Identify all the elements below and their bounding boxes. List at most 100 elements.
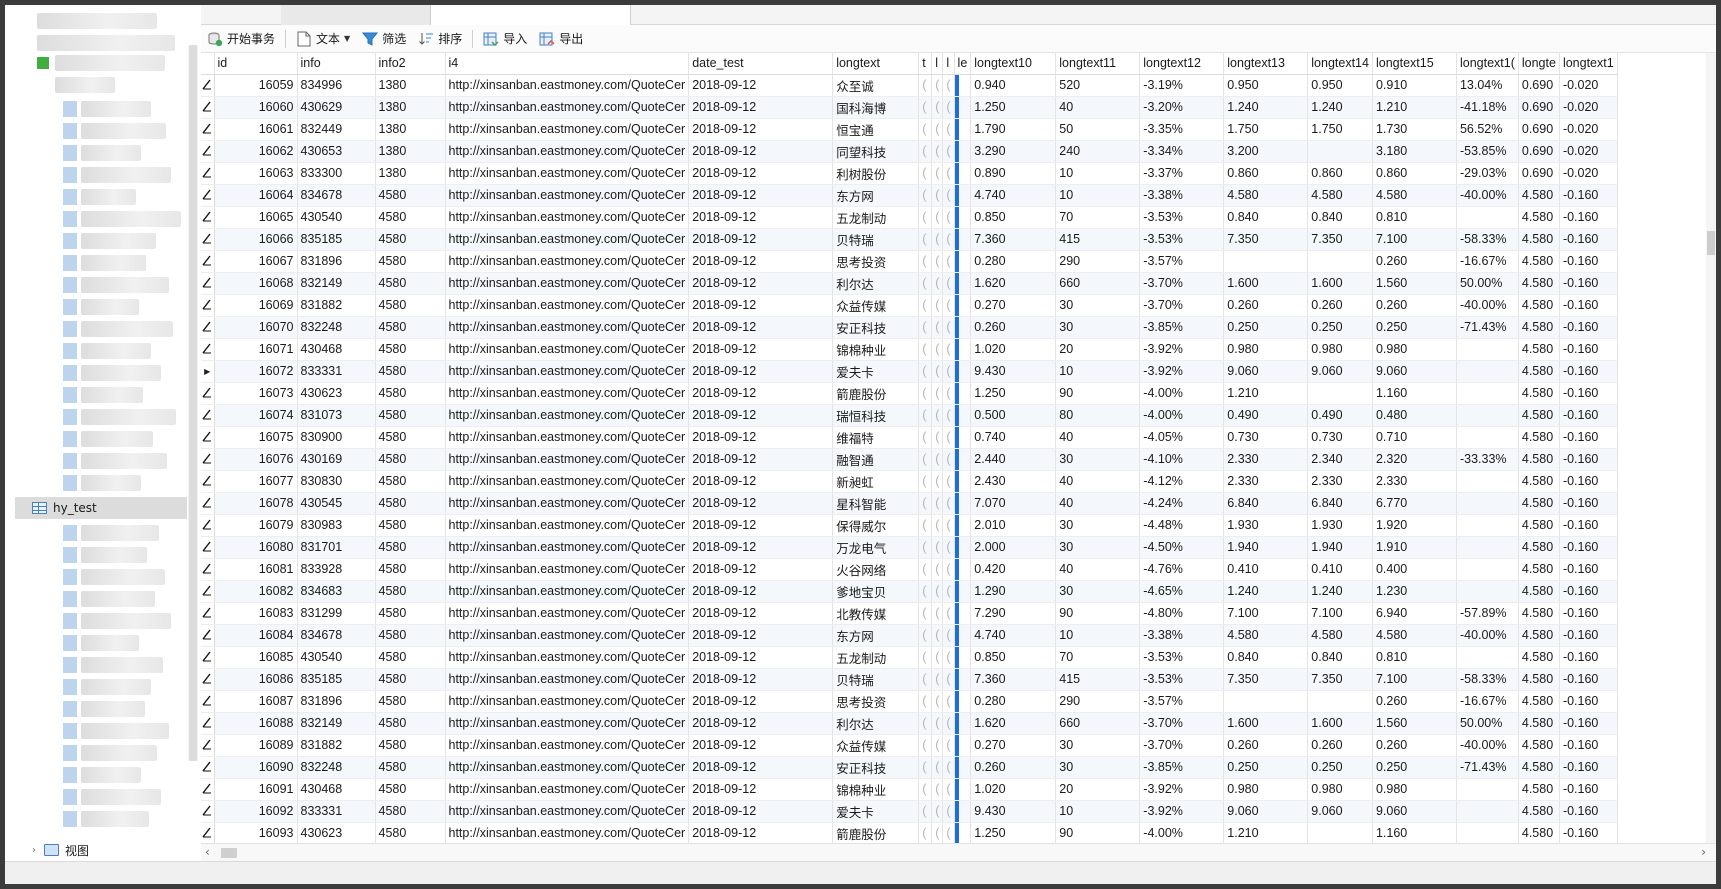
selected-column-cell[interactable] [954,558,972,581]
table-cell[interactable]: 9.430 [970,360,1057,383]
table-cell[interactable]: 0.730 [1307,426,1373,449]
table-cell[interactable]: 利树股份 [832,162,920,185]
table-cell[interactable]: -3.53% [1139,228,1225,251]
table-cell[interactable]: 1.750 [1307,118,1373,141]
table-cell[interactable]: 830983 [297,514,376,537]
table-cell[interactable] [1456,470,1519,493]
table-row[interactable]: 16080 831701 4580 http://xinsanban.eastmone… [201,536,1618,559]
table-cell[interactable]: 4.580 [1518,338,1560,361]
table-cell[interactable]: 40 [1055,492,1141,515]
table-cell[interactable]: -3.34% [1139,140,1225,163]
table-cell[interactable]: 7.070 [970,492,1057,515]
table-cell[interactable]: 4.580 [1518,756,1560,779]
table-cell[interactable]: 0.270 [970,294,1057,317]
chevron-right-icon[interactable]: › [27,845,41,856]
table-cell[interactable]: -0.160 [1559,734,1618,757]
table-cell[interactable]: -0.020 [1559,96,1618,119]
table-cell[interactable]: 1.790 [970,118,1057,141]
scroll-right-icon[interactable]: › [1701,845,1706,859]
table-cell[interactable]: 16078 [214,492,298,515]
table-cell[interactable]: 2018-09-12 [688,382,834,405]
table-cell[interactable]: 1.250 [970,382,1057,405]
table-cell[interactable]: -3.92% [1139,800,1225,823]
table-cell[interactable]: -29.03% [1456,162,1519,185]
edit-pencil-icon[interactable] [201,646,215,669]
table-cell[interactable]: 1.730 [1372,118,1457,141]
selected-column-cell[interactable] [954,734,972,757]
table-cell[interactable]: 0.410 [1223,558,1309,581]
table-cell[interactable]: 50.00% [1456,712,1519,735]
narrow-cell[interactable]: ( [918,360,933,383]
table-cell[interactable]: 10 [1055,360,1141,383]
table-cell[interactable]: -0.160 [1559,228,1618,251]
table-cell[interactable]: 9.060 [1372,800,1457,823]
table-cell[interactable]: 0.250 [1223,756,1309,779]
table-cell[interactable]: 16071 [214,338,298,361]
table-cell[interactable]: 30 [1055,756,1141,779]
table-cell[interactable]: 五龙制动 [832,646,920,669]
table-cell[interactable]: -71.43% [1456,316,1519,339]
table-cell[interactable]: 4.580 [1223,624,1309,647]
table-cell[interactable]: 1.020 [970,778,1057,801]
table-cell[interactable]: 4.580 [1518,272,1560,295]
table-cell[interactable]: 4.580 [1518,184,1560,207]
table-cell[interactable]: 16077 [214,470,298,493]
table-cell[interactable]: 爱夫卡 [832,800,920,823]
column-header[interactable]: longtext12 [1139,53,1225,75]
table-cell[interactable]: -58.33% [1456,668,1519,691]
table-cell[interactable]: 4580 [375,206,446,229]
table-cell[interactable]: 1.620 [970,712,1057,735]
narrow-cell[interactable]: ( [931,690,944,713]
table-cell[interactable]: -0.160 [1559,822,1618,843]
table-cell[interactable]: 恒宝通 [832,118,920,141]
table-cell[interactable]: 430540 [297,206,376,229]
table-row[interactable]: 16078 430545 4580 http://xinsanban.eastmone… [201,492,1618,515]
grid-horizontal-scrollbar[interactable]: ‹ › [201,843,1716,861]
table-cell[interactable]: 1.250 [970,822,1057,843]
table-row[interactable]: 16081 833928 4580 http://xinsanban.eastmone… [201,558,1618,581]
table-cell[interactable]: 16082 [214,580,298,603]
narrow-cell[interactable]: ( [942,118,955,141]
narrow-cell[interactable]: ( [942,382,955,405]
selected-column-cell[interactable] [954,646,972,669]
table-cell[interactable]: 4.580 [1518,382,1560,405]
table-cell[interactable]: 1.240 [1223,580,1309,603]
table-cell[interactable]: 16075 [214,426,298,449]
narrow-cell[interactable]: ( [931,448,944,471]
table-cell[interactable]: 0.280 [970,690,1057,713]
table-cell[interactable]: 13.04% [1456,74,1519,97]
table-cell[interactable]: -0.160 [1559,294,1618,317]
table-cell[interactable]: 利尔达 [832,712,920,735]
narrow-cell[interactable]: ( [931,316,944,339]
table-cell[interactable]: 9.060 [1223,360,1309,383]
table-cell[interactable]: 415 [1055,228,1141,251]
narrow-cell[interactable]: ( [931,162,944,185]
table-cell[interactable]: 20 [1055,778,1141,801]
table-cell[interactable]: 30 [1055,536,1141,559]
table-cell[interactable]: 0.500 [970,404,1057,427]
selected-column-cell[interactable] [954,360,972,383]
table-cell[interactable]: http://xinsanban.eastmoney.com/QuoteCer [445,404,690,427]
narrow-cell[interactable]: ( [918,184,933,207]
table-cell[interactable]: 4.580 [1518,800,1560,823]
table-cell[interactable]: http://xinsanban.eastmoney.com/QuoteCer [445,294,690,317]
table-cell[interactable]: -0.160 [1559,756,1618,779]
table-cell[interactable]: 4580 [375,734,446,757]
table-cell[interactable]: 爱夫卡 [832,360,920,383]
table-cell[interactable]: 10 [1055,800,1141,823]
table-cell[interactable]: -0.160 [1559,514,1618,537]
narrow-cell[interactable]: ( [942,734,955,757]
table-row[interactable]: ▶ 16072 833331 4580 http://xinsanban.eastmon… [201,360,1618,383]
table-cell[interactable]: 16081 [214,558,298,581]
table-cell[interactable]: -40.00% [1456,624,1519,647]
table-cell[interactable]: 3.290 [970,140,1057,163]
table-cell[interactable]: -4.80% [1139,602,1225,625]
table-cell[interactable]: 16085 [214,646,298,669]
narrow-cell[interactable]: ( [931,558,944,581]
table-cell[interactable]: -58.33% [1456,228,1519,251]
table-cell[interactable]: 1.210 [1372,96,1457,119]
table-cell[interactable]: 0.860 [1372,162,1457,185]
table-cell[interactable]: -0.160 [1559,580,1618,603]
edit-pencil-icon[interactable] [201,602,215,625]
table-row[interactable]: 16063 833300 1380 http://xinsanban.eastmone… [201,162,1618,185]
